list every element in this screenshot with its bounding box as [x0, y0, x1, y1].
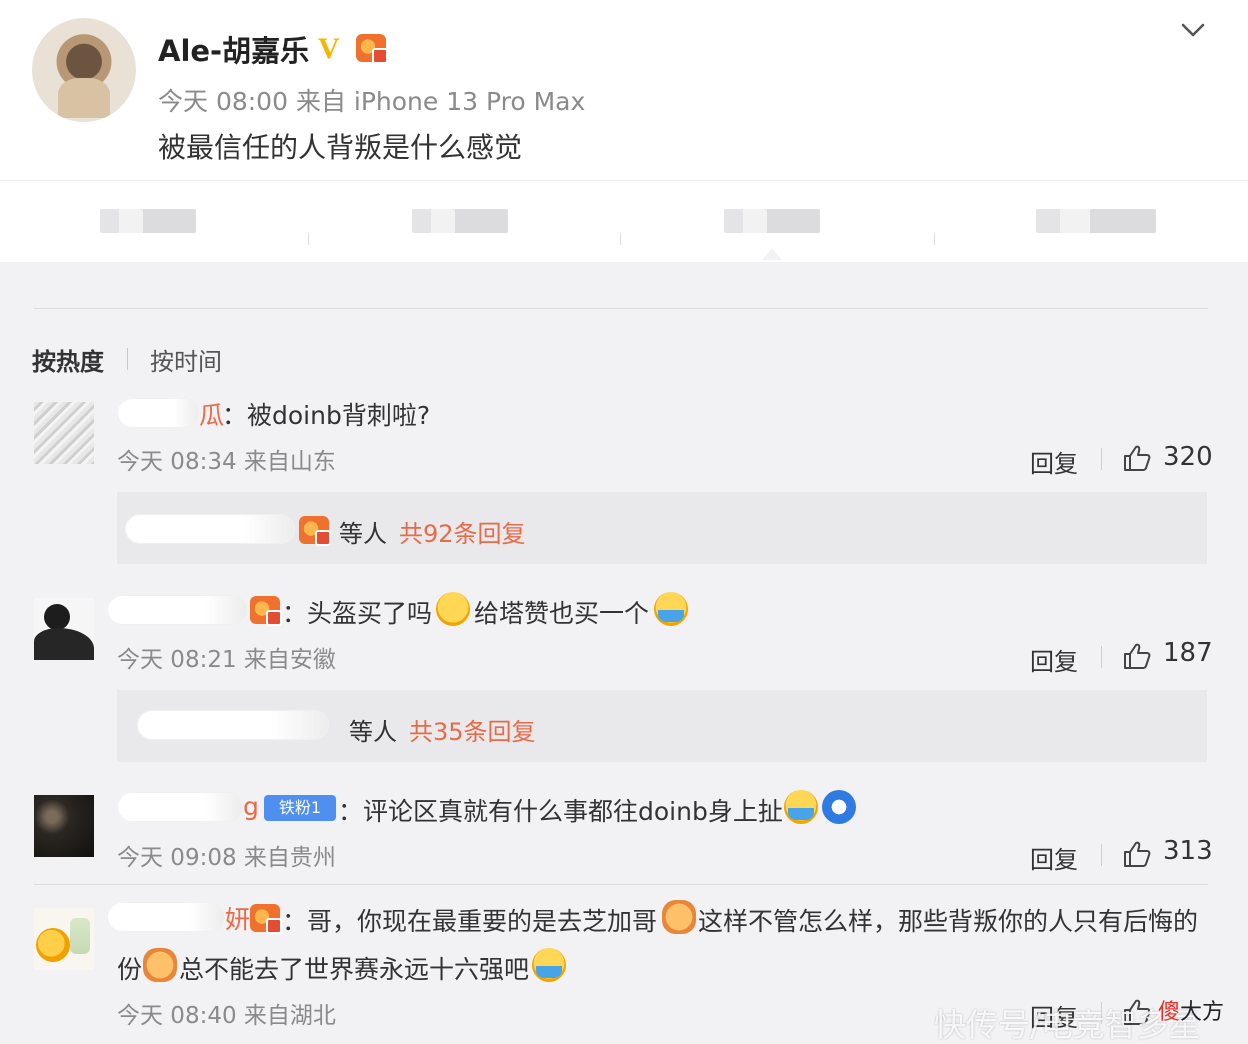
- post-card: Ale-胡嘉乐 V 今天 08:00 来自 iPhone 13 Pro Max …: [0, 0, 1248, 262]
- comment-text-continued: 这样不管怎么样，那些背叛你的人只有后悔的: [698, 907, 1199, 936]
- comment-text-line2: 份: [117, 955, 143, 984]
- masked-username: [137, 710, 329, 740]
- blue-emoji-icon: [822, 790, 856, 824]
- watermark-logo-text: 大方: [1180, 1000, 1225, 1025]
- sort-divider: [127, 348, 128, 370]
- crying-emoji-icon: [654, 592, 688, 626]
- commenter-avatar[interactable]: [34, 402, 94, 464]
- comment-text: ：被doinb背刺啦?: [222, 401, 431, 430]
- commenter-avatar[interactable]: [34, 795, 94, 857]
- fist-emoji-icon: [662, 900, 696, 934]
- like-action[interactable]: [724, 209, 820, 233]
- divider: [34, 884, 1208, 885]
- fan-badge-icon: [250, 904, 282, 934]
- surprised-emoji-icon: [436, 592, 470, 626]
- thumbs-up-icon[interactable]: [1122, 444, 1152, 472]
- comment-meta: 今天 08:34 来自山东: [117, 449, 336, 475]
- fist-emoji-icon: [143, 948, 177, 982]
- post-meta: 今天 08:00 来自 iPhone 13 Pro Max: [158, 87, 586, 116]
- action-divider: [308, 233, 309, 245]
- thumbs-up-icon[interactable]: [1122, 642, 1152, 670]
- action-divider: [1101, 448, 1102, 470]
- post-text: 被最信任的人背叛是什么感觉: [158, 131, 523, 164]
- fan-badge-icon: [299, 516, 331, 546]
- comment-meta: 今天 09:08 来自贵州: [117, 845, 336, 871]
- commenter-avatar[interactable]: [34, 908, 94, 970]
- replies-total-link[interactable]: 共92条回复: [399, 514, 526, 549]
- like-count: 187: [1163, 638, 1213, 668]
- username-suffix[interactable]: 瓜: [199, 396, 224, 432]
- replies-preview[interactable]: 等人 共35条回复: [117, 690, 1207, 762]
- masked-username: [125, 514, 295, 544]
- active-tab-indicator: [762, 248, 782, 260]
- replies-who: 等人: [349, 718, 397, 746]
- fan-badge-icon: [356, 34, 388, 64]
- reply-button[interactable]: 回复: [1030, 840, 1078, 875]
- chevron-down-icon[interactable]: [1178, 18, 1208, 42]
- replies-who: 等人: [339, 520, 387, 548]
- comment-text-continued: 给塔赞也买一个: [474, 599, 650, 628]
- comment-text: ：哥，你现在最重要的是去芝加哥: [282, 907, 658, 936]
- like-count: 320: [1163, 442, 1213, 472]
- crying-emoji-icon: [784, 790, 818, 824]
- reply-button[interactable]: 回复: [1030, 642, 1078, 677]
- masked-username: [117, 398, 199, 428]
- action-divider: [934, 233, 935, 245]
- comment-action[interactable]: [412, 209, 508, 233]
- masked-username: [107, 595, 247, 625]
- username-suffix[interactable]: g: [243, 792, 259, 821]
- replies-total-link[interactable]: 共35条回复: [409, 712, 536, 747]
- comment-text-line2-continued: 总不能去了世界赛永远十六强吧: [179, 955, 530, 984]
- comment-meta: 今天 08:21 来自安徽: [117, 647, 336, 673]
- action-divider: [1101, 844, 1102, 866]
- watermark-logo-accent: 傻: [1158, 1000, 1181, 1025]
- masked-username: [117, 792, 243, 822]
- replies-preview[interactable]: 等人 共92条回复: [117, 492, 1207, 564]
- action-divider: [1101, 646, 1102, 668]
- fan-level-badge: 铁粉1: [264, 795, 336, 821]
- share-action[interactable]: [1036, 209, 1156, 233]
- masked-username: [107, 902, 225, 932]
- comment-meta: 今天 08:40 来自湖北: [117, 1003, 336, 1029]
- post-action-bar: [0, 180, 1248, 260]
- like-count: 313: [1163, 836, 1213, 866]
- sort-by-hot[interactable]: 按热度: [32, 342, 104, 377]
- sort-by-time[interactable]: 按时间: [150, 342, 222, 377]
- commenter-avatar[interactable]: [34, 598, 94, 660]
- comment-text: ：头盔买了吗: [282, 599, 433, 628]
- watermark-logo: 傻大方: [1158, 994, 1224, 1026]
- reply-button[interactable]: 回复: [1030, 444, 1078, 479]
- author-name[interactable]: Ale-胡嘉乐: [158, 28, 309, 70]
- fan-badge-icon: [250, 596, 282, 626]
- crying-emoji-icon: [532, 948, 566, 982]
- username-suffix[interactable]: 妍: [225, 900, 250, 936]
- action-divider: [620, 233, 621, 245]
- comment-text: ：评论区真就有什么事都往doinb身上扯: [338, 797, 783, 826]
- repost-action[interactable]: [100, 209, 196, 233]
- divider: [34, 308, 1208, 309]
- thumbs-up-icon[interactable]: [1122, 840, 1152, 868]
- verified-badge-icon: V: [318, 32, 340, 65]
- author-avatar[interactable]: [32, 18, 136, 122]
